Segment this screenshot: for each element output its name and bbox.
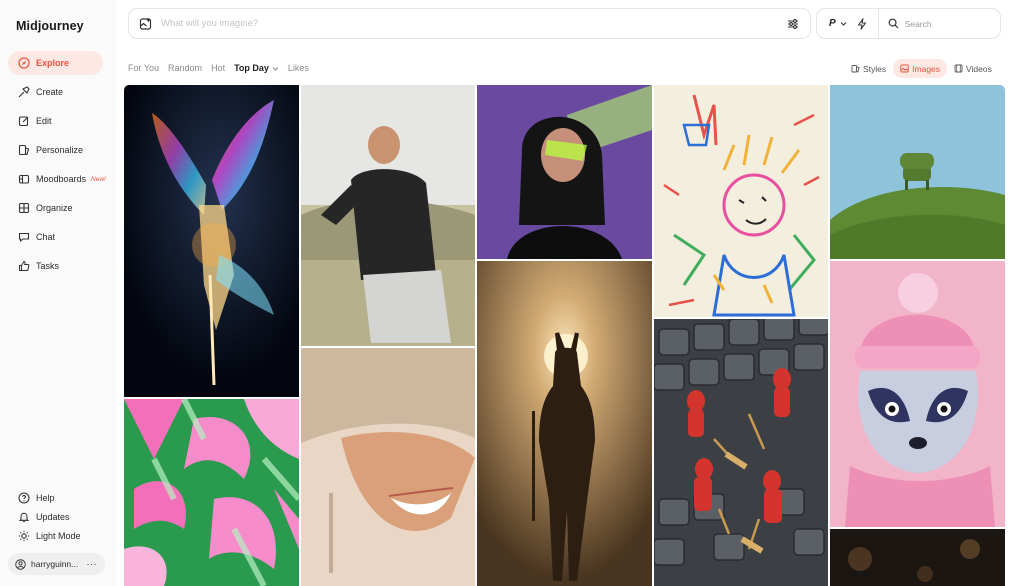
username: harryguinn... [31,559,79,569]
tab-top-day-label: Top Day [234,63,269,73]
image-gallery [124,85,1005,586]
sidebar-item-personalize[interactable]: Personalize [8,138,103,162]
updates-label: Updates [36,511,70,522]
image-icon [900,64,909,73]
user-account-button[interactable]: harryguinn... ··· [8,553,105,575]
gallery-image-liberty-doodle[interactable] [654,85,828,317]
chevron-down-icon [272,65,279,72]
media-type-tabs: Styles Images Videos [844,59,999,78]
sidebar-item-label: Edit [36,116,52,126]
tab-hot[interactable]: Hot [211,63,225,73]
p-label: P [829,18,836,29]
tools-bar: P [816,8,1001,39]
grid-icon [18,202,30,214]
edit-icon [18,115,30,127]
thumbs-up-icon [18,260,30,272]
compass-icon [18,57,30,69]
sidebar-item-explore[interactable]: Explore [8,51,103,75]
light-mode-toggle[interactable]: Light Mode [8,526,108,545]
sidebar-nav: Explore Create Edit Personalize Moodboar… [8,51,106,283]
light-mode-label: Light Mode [36,530,81,541]
search-icon [888,18,899,29]
bell-icon [18,511,30,523]
updates-link[interactable]: Updates [8,507,108,526]
new-badge: New! [91,175,106,183]
personalization-dropdown[interactable]: P [829,18,847,29]
sidebar-bottom: Help Updates Light Mode [8,488,108,545]
tab-random[interactable]: Random [168,63,202,73]
tab-likes[interactable]: Likes [288,63,309,73]
sidebar-item-label: Tasks [36,261,60,271]
tab-videos-label: Videos [966,63,992,74]
prompt-bar [128,8,811,39]
gallery-image-dark-bokeh[interactable] [830,529,1005,586]
more-options-icon[interactable]: ··· [87,559,98,569]
sidebar-item-label: Explore [36,58,70,68]
lightning-icon[interactable] [856,17,868,30]
gallery-image-pink-floral[interactable] [124,399,299,586]
sidebar-item-label: Chat [36,232,56,242]
divider [877,8,879,39]
image-prompt-icon[interactable] [139,17,153,31]
brand-logo[interactable]: Midjourney [16,19,84,33]
sidebar-item-chat[interactable]: Chat [8,225,103,249]
gallery-image-woman-hat[interactable] [301,348,475,586]
sun-icon [18,530,30,542]
sidebar-item-edit[interactable]: Edit [8,109,103,133]
prompt-input[interactable] [161,18,761,29]
gallery-image-keyboard-workers[interactable] [654,319,828,586]
chat-icon [18,231,30,243]
sidebar-item-label: Organize [36,203,73,213]
gallery-image-man-car[interactable] [301,85,475,346]
avatar-icon [15,558,26,570]
sidebar-item-moodboards[interactable]: Moodboards New! [8,167,106,191]
tab-images-label: Images [912,63,941,74]
gallery-image-glass-angel[interactable] [124,85,299,397]
gallery-image-raccoon-beanie[interactable] [830,261,1005,527]
search-input[interactable] [904,18,985,29]
settings-sliders-icon[interactable] [786,17,800,31]
brush-icon [18,86,30,98]
help-icon [18,491,30,504]
sidebar-item-label: Personalize [36,145,84,155]
feed-filter-tabs: For You Random Hot Top Day Likes [128,63,318,73]
sidebar: Midjourney Explore Create Edit Personali… [0,0,116,586]
tab-for-you[interactable]: For You [128,63,159,73]
sidebar-item-create[interactable]: Create [8,80,103,104]
help-link[interactable]: Help [8,488,108,507]
personalize-icon [18,144,30,156]
tab-videos[interactable]: Videos [947,59,999,78]
sidebar-item-label: Create [36,87,64,97]
tab-images[interactable]: Images [893,59,948,78]
sidebar-item-label: Moodboards [36,174,87,184]
moodboard-icon [18,173,30,185]
video-icon [954,64,963,73]
tab-styles-label: Styles [863,63,887,74]
tab-styles[interactable]: Styles [844,59,893,78]
gallery-image-neon-portrait[interactable] [477,85,652,259]
chevron-down-icon [840,20,847,27]
help-label: Help [36,492,55,503]
gallery-image-chair-hill[interactable] [830,85,1005,259]
tab-top-day[interactable]: Top Day [234,63,279,73]
sidebar-item-tasks[interactable]: Tasks [8,254,103,278]
styles-icon [851,64,860,73]
sidebar-item-organize[interactable]: Organize [8,196,103,220]
gallery-image-anubis-figure[interactable] [477,261,652,586]
